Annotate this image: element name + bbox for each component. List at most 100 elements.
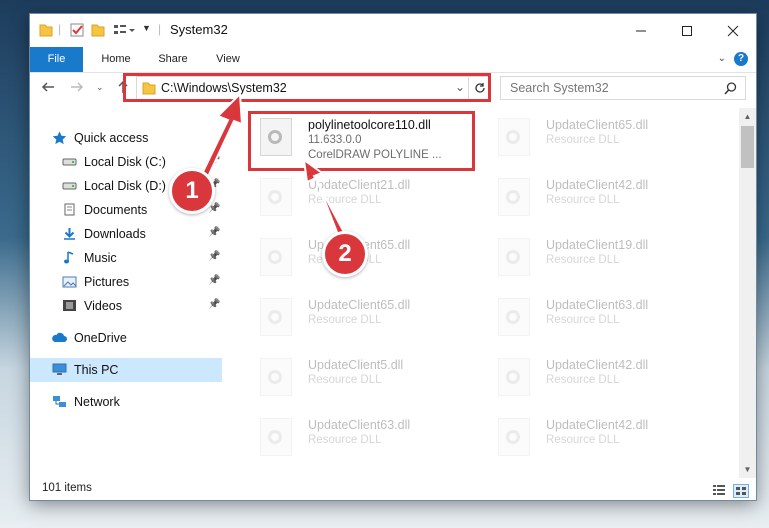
vertical-scrollbar[interactable]: ▲ ▼ <box>739 108 756 478</box>
file-name: UpdateClient19.dll <box>546 238 649 252</box>
file-item[interactable]: UpdateClient65.dll Resource DLL <box>488 112 716 164</box>
file-type: Resource DLL <box>546 254 620 266</box>
quick-access-dropdown-icon[interactable]: ▼ <box>142 23 151 39</box>
file-type: Resource DLL <box>546 374 620 386</box>
pin-icon[interactable]: 📌 <box>208 275 220 286</box>
details-view-icon[interactable] <box>712 484 726 496</box>
sidebar-item-downloads[interactable]: Downloads 📌 <box>30 222 222 246</box>
videos-icon <box>63 300 76 311</box>
file-item[interactable]: UpdateClient42.dll Resource DLL <box>488 352 716 404</box>
dll-file-icon <box>498 238 530 276</box>
customize-toolbar-icon[interactable] <box>113 22 137 38</box>
file-item[interactable]: UpdateClient42.dll Resource DLL <box>488 412 716 464</box>
scroll-thumb[interactable] <box>741 126 754 168</box>
file-type: Resource DLL <box>308 374 382 386</box>
new-folder-icon[interactable] <box>91 22 105 38</box>
file-item[interactable]: UpdateClient63.dll Resource DLL <box>488 292 716 344</box>
sidebar-item-music[interactable]: Music 📌 <box>30 246 222 270</box>
tab-file[interactable]: File <box>30 47 83 72</box>
callout-badge-1: 1 <box>169 168 215 214</box>
title-separator: | <box>158 22 162 36</box>
sidebar-item-label: OneDrive <box>74 331 127 345</box>
file-item[interactable]: UpdateClient21.dll Resource DLL <box>250 172 478 224</box>
navigation-pane: Quick access Local Disk (C:) 📌 Local Disk (… <box>30 108 224 478</box>
sidebar-item-label: Music <box>84 251 117 265</box>
pin-icon[interactable]: 📌 <box>208 251 220 262</box>
file-name: UpdateClient42.dll <box>546 418 649 432</box>
dll-file-icon <box>498 298 530 336</box>
sidebar-item-label: Documents <box>84 203 148 217</box>
documents-icon <box>64 203 75 216</box>
sidebar-item-this-pc[interactable]: This PC <box>30 358 222 382</box>
item-count: 101 items <box>42 482 92 494</box>
pin-icon[interactable]: 📌 <box>208 299 220 310</box>
address-bar-highlight <box>123 73 491 102</box>
title-bar: | ▼ | System32 <box>30 14 756 47</box>
search-box[interactable]: Search System32 <box>500 76 746 100</box>
network-icon <box>53 396 66 407</box>
tab-view[interactable]: View <box>202 47 254 72</box>
file-name: UpdateClient63.dll <box>546 298 649 312</box>
forward-button[interactable] <box>70 80 84 98</box>
file-name: UpdateClient65.dll <box>546 118 649 132</box>
selected-file-highlight <box>248 111 475 171</box>
toolbar-separator: | <box>58 22 62 36</box>
file-type: Resource DLL <box>546 314 620 326</box>
file-item[interactable]: UpdateClient42.dll Resource DLL <box>488 172 716 224</box>
drive-icon <box>62 182 77 190</box>
file-item[interactable]: UpdateClient5.dll Resource DLL <box>250 352 478 404</box>
tab-home[interactable]: Home <box>88 47 144 72</box>
sidebar-item-videos[interactable]: Videos 📌 <box>30 294 222 318</box>
sidebar-item-onedrive[interactable]: OneDrive <box>30 326 222 350</box>
file-type: Resource DLL <box>308 434 382 446</box>
expand-ribbon-icon[interactable]: ⌄ <box>718 53 726 64</box>
sidebar-item-quick-access[interactable]: Quick access <box>30 126 222 150</box>
large-icons-view-icon[interactable] <box>733 484 749 498</box>
search-icon <box>724 82 737 95</box>
file-name: UpdateClient42.dll <box>546 178 649 192</box>
folder-icon <box>39 24 53 37</box>
scroll-up-icon[interactable]: ▲ <box>739 108 756 125</box>
file-type: Resource DLL <box>546 434 620 446</box>
star-icon <box>52 131 67 144</box>
sidebar-item-network[interactable]: Network <box>30 390 222 414</box>
file-name: UpdateClient65.dll <box>308 298 411 312</box>
file-item[interactable]: UpdateClient63.dll Resource DLL <box>250 412 478 464</box>
forward-arrow-icon <box>71 82 84 92</box>
file-type: Resource DLL <box>546 134 620 146</box>
dll-file-icon <box>498 178 530 216</box>
file-item[interactable]: UpdateClient65.dll Resource DLL <box>250 292 478 344</box>
recent-locations-dropdown[interactable]: ⌄ <box>96 82 104 93</box>
file-type: Resource DLL <box>546 194 620 206</box>
sidebar-item-label: Videos <box>84 299 122 313</box>
pin-icon[interactable]: 📌 <box>208 227 220 238</box>
minimize-icon <box>636 30 646 31</box>
dll-file-icon <box>498 118 530 156</box>
ribbon-tabs: File Home Share View ⌄ ? <box>30 47 756 73</box>
file-name: UpdateClient42.dll <box>546 358 649 372</box>
back-button[interactable] <box>41 80 55 98</box>
dll-file-icon <box>260 358 292 396</box>
close-button[interactable] <box>710 14 756 47</box>
file-type: Resource DLL <box>308 194 382 206</box>
file-type: Resource DLL <box>308 314 382 326</box>
dll-file-icon <box>498 358 530 396</box>
maximize-button[interactable] <box>664 14 710 47</box>
dll-file-icon <box>498 418 530 456</box>
sidebar-item-label: This PC <box>74 363 119 377</box>
sidebar-item-pictures[interactable]: Pictures 📌 <box>30 270 222 294</box>
pin-icon[interactable]: 📌 <box>208 155 220 166</box>
file-item[interactable]: UpdateClient19.dll Resource DLL <box>488 232 716 284</box>
tab-share[interactable]: Share <box>146 47 200 72</box>
dll-file-icon <box>260 238 292 276</box>
window-title: System32 <box>170 22 228 37</box>
sidebar-item-label: Local Disk (D:) <box>84 179 166 193</box>
file-name: UpdateClient21.dll <box>308 178 411 192</box>
dll-file-icon <box>260 178 292 216</box>
scroll-down-icon[interactable]: ▼ <box>739 461 756 478</box>
cloud-icon <box>52 332 67 342</box>
minimize-button[interactable] <box>618 14 664 47</box>
properties-icon[interactable] <box>70 22 84 38</box>
file-name: UpdateClient5.dll <box>308 358 404 372</box>
help-button[interactable]: ? <box>734 52 748 66</box>
